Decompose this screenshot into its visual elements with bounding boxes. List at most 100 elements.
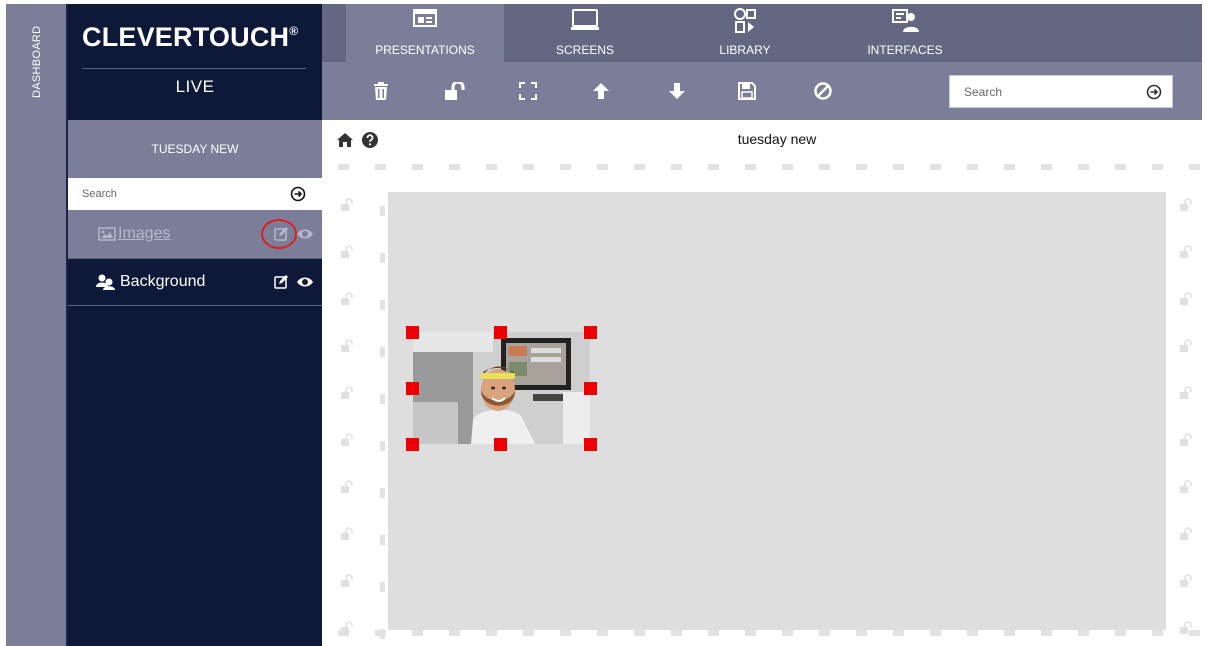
ruler-tick [967, 164, 978, 170]
resize-handle[interactable] [584, 326, 597, 339]
ruler-tick [1078, 164, 1089, 170]
save-button[interactable] [735, 79, 759, 103]
lock-marker-icon [341, 621, 353, 634]
lock-marker-icon [341, 386, 353, 399]
ruler-tick [708, 164, 719, 170]
canvas-workspace [322, 160, 1206, 646]
lock-marker-icon [341, 292, 353, 305]
delete-button[interactable] [369, 79, 393, 103]
go-arrow-icon[interactable] [290, 186, 306, 202]
ruler-tick [380, 488, 385, 498]
tab-interfaces-label: INTERFACES [867, 43, 943, 57]
layer-label[interactable]: Background [120, 273, 205, 291]
layers-sidebar: TUESDAY NEW Images [68, 120, 322, 646]
toolbar-search [949, 75, 1173, 108]
ruler-tick [634, 630, 645, 636]
tab-interfaces[interactable]: INTERFACES [826, 4, 984, 62]
eye-icon[interactable] [297, 276, 313, 288]
layer-item-background[interactable]: Background [68, 258, 322, 306]
ruler-tick [819, 164, 830, 170]
disable-button[interactable] [811, 79, 835, 103]
lock-marker-icon [341, 245, 353, 258]
lock-marker-icon [1180, 198, 1192, 211]
brand-divider [82, 68, 306, 69]
resize-handle[interactable] [584, 438, 597, 451]
layer-label[interactable]: Images [118, 225, 170, 243]
tab-screens[interactable]: SCREENS [506, 4, 664, 62]
ruler-tick [1004, 164, 1015, 170]
lock-marker-icon [1180, 386, 1192, 399]
trash-icon [374, 82, 388, 100]
sidebar-search-input[interactable] [82, 186, 272, 202]
ruler-tick [523, 164, 534, 170]
ruler-tick [412, 164, 423, 170]
brand-logo: CLEVERTOUCH® [82, 22, 298, 53]
ruler-tick [380, 441, 385, 451]
move-up-button[interactable] [589, 79, 613, 103]
ruler-tick [380, 253, 385, 263]
toolbar [322, 62, 1202, 120]
ruler-tick [634, 164, 645, 170]
edit-icon[interactable] [274, 275, 288, 289]
lock-marker-icon [341, 198, 353, 211]
presentation-icon [413, 9, 437, 27]
app-window: DASHBOARD CLEVERTOUCH® LIVE PRESENTATION… [0, 0, 1206, 646]
users-icon [96, 274, 115, 290]
ruler-tick [856, 164, 867, 170]
lock-marker-icon [341, 339, 353, 352]
resize-handle[interactable] [406, 382, 419, 395]
arrow-up-icon [593, 83, 609, 99]
dashboard-label[interactable]: DASHBOARD [6, 4, 68, 120]
eye-icon[interactable] [297, 228, 313, 240]
go-arrow-icon[interactable] [1146, 84, 1162, 100]
ruler-tick [930, 630, 941, 636]
lock-marker-icon [1180, 480, 1192, 493]
ruler-tick [338, 164, 349, 170]
ruler-tick [819, 630, 830, 636]
brand-name: CLEVERTOUCH [82, 22, 290, 52]
resize-handle[interactable] [406, 326, 419, 339]
move-down-button[interactable] [665, 79, 689, 103]
ruler-tick [1189, 164, 1200, 170]
ruler-tick [1115, 630, 1126, 636]
ban-icon [814, 82, 832, 100]
photo-person-at-computer [413, 332, 590, 444]
ruler-tick [1115, 164, 1126, 170]
ruler-tick [486, 630, 497, 636]
ruler-tick [560, 630, 571, 636]
lock-marker-icon [1180, 339, 1192, 352]
ruler-tick [560, 164, 571, 170]
ruler-tick [380, 300, 385, 310]
sidebar-search [68, 178, 322, 210]
resize-handle[interactable] [406, 438, 419, 451]
ruler-tick [380, 347, 385, 357]
unlock-button[interactable] [443, 79, 467, 103]
resize-handle[interactable] [494, 438, 507, 451]
ruler-tick [380, 535, 385, 545]
ruler-tick [1152, 630, 1163, 636]
ruler-tick [1152, 164, 1163, 170]
tab-library[interactable]: LIBRARY [666, 4, 824, 62]
ruler-tick [1078, 630, 1089, 636]
toolbar-search-input[interactable] [964, 83, 1134, 101]
ruler-tick [671, 164, 682, 170]
interface-user-icon [892, 9, 919, 32]
ruler-tick [745, 164, 756, 170]
lock-marker-icon [341, 480, 353, 493]
lock-marker-icon [1180, 621, 1192, 634]
resize-handle[interactable] [584, 382, 597, 395]
tab-library-label: LIBRARY [719, 43, 771, 57]
tab-presentations[interactable]: PRESENTATIONS [346, 4, 504, 62]
ruler-tick [380, 394, 385, 404]
selected-image[interactable] [413, 332, 590, 444]
ruler-tick [380, 629, 385, 639]
ruler-tick [486, 164, 497, 170]
dashboard-panel [6, 120, 68, 646]
registered-mark: ® [289, 24, 299, 38]
ruler-tick [380, 206, 385, 216]
ruler-tick [782, 164, 793, 170]
fullscreen-button[interactable] [516, 79, 540, 103]
resize-handle[interactable] [494, 326, 507, 339]
ruler-tick [930, 164, 941, 170]
ruler-tick [597, 630, 608, 636]
